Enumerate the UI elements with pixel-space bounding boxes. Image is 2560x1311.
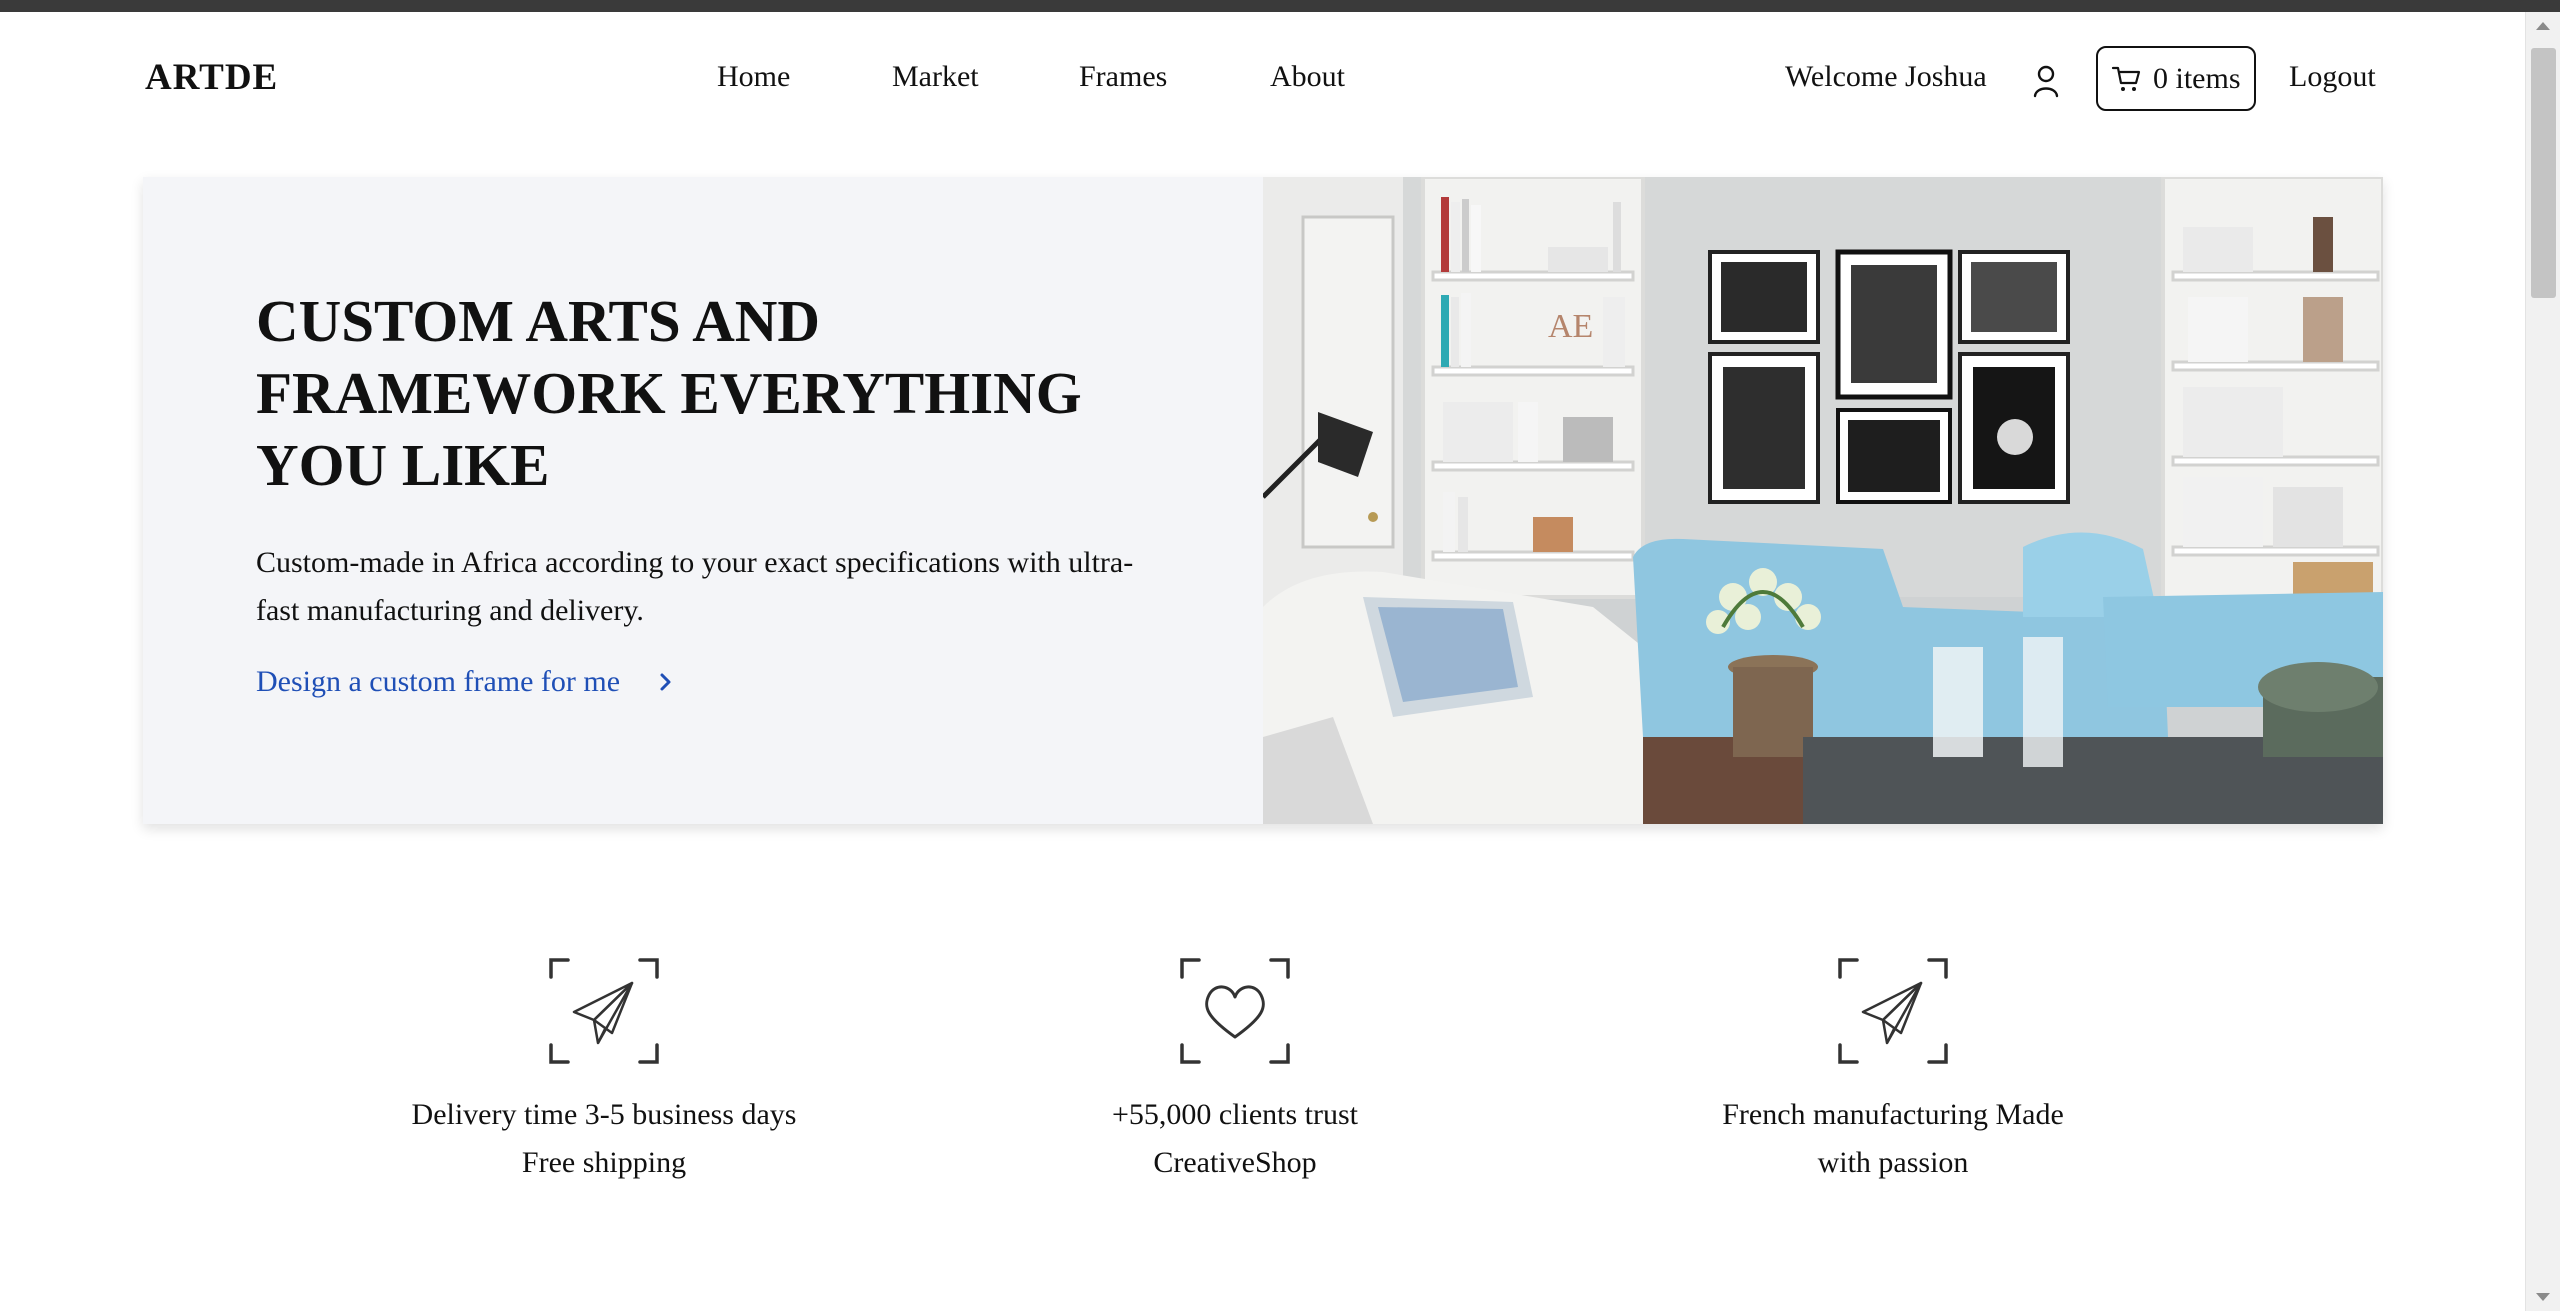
feature-manufacturing-line2: with passion bbox=[1817, 1146, 1969, 1179]
scroll-up-arrow-icon[interactable] bbox=[2536, 22, 2550, 30]
feature-manufacturing: French manufacturing Made with passion bbox=[1613, 957, 2173, 1187]
cart-count-label: 0 items bbox=[2153, 62, 2241, 95]
browser-top-bar bbox=[0, 0, 2560, 12]
hero-title: CUSTOM ARTS AND FRAMEWORK EVERYTHING YOU… bbox=[256, 288, 1082, 498]
feature-delivery: Delivery time 3-5 business days Free shi… bbox=[324, 957, 884, 1187]
scroll-down-arrow-icon[interactable] bbox=[2536, 1293, 2550, 1301]
nav-market-link[interactable]: Market bbox=[892, 60, 979, 94]
feature-delivery-line2: Free shipping bbox=[521, 1146, 687, 1179]
heart-icon bbox=[1180, 958, 1290, 1064]
paper-plane-icon bbox=[1838, 958, 1948, 1064]
design-custom-frame-link[interactable]: Design a custom frame for me bbox=[256, 665, 674, 699]
hero-banner: CUSTOM ARTS AND FRAMEWORK EVERYTHING YOU… bbox=[143, 177, 2383, 824]
page-scrollbar[interactable] bbox=[2525, 12, 2560, 1311]
site-logo[interactable]: ARTDE bbox=[145, 56, 278, 99]
chevron-right-icon bbox=[660, 673, 671, 691]
feature-clients-line1: +55,000 clients trust bbox=[1111, 1098, 1359, 1131]
svg-text:AE: AE bbox=[1548, 308, 1593, 345]
nav-frames-link[interactable]: Frames bbox=[1079, 60, 1167, 94]
welcome-text: Welcome Joshua bbox=[1785, 60, 1987, 93]
site-header: ARTDE Home Market Frames About Welcome J… bbox=[0, 12, 2525, 146]
logout-link[interactable]: Logout bbox=[2289, 60, 2376, 94]
cart-button[interactable]: 0 items bbox=[2096, 46, 2256, 111]
paper-plane-icon bbox=[549, 958, 659, 1064]
nav-about-link[interactable]: About bbox=[1270, 60, 1345, 94]
cart-icon bbox=[2111, 66, 2141, 91]
hero-subtitle: Custom-made in Africa according to your … bbox=[256, 546, 1134, 627]
feature-delivery-line1: Delivery time 3-5 business days bbox=[411, 1098, 797, 1131]
user-icon[interactable] bbox=[2032, 64, 2060, 98]
nav-home-link[interactable]: Home bbox=[717, 60, 790, 94]
feature-manufacturing-line1: French manufacturing Made bbox=[1722, 1098, 2064, 1131]
feature-clients: +55,000 clients trust CreativeShop bbox=[955, 957, 1515, 1187]
feature-clients-line2: CreativeShop bbox=[1153, 1146, 1317, 1179]
hero-cta-label: Design a custom frame for me bbox=[256, 665, 621, 698]
living-room-photo: AE bbox=[1263, 177, 2383, 824]
scrollbar-thumb[interactable] bbox=[2531, 48, 2556, 298]
